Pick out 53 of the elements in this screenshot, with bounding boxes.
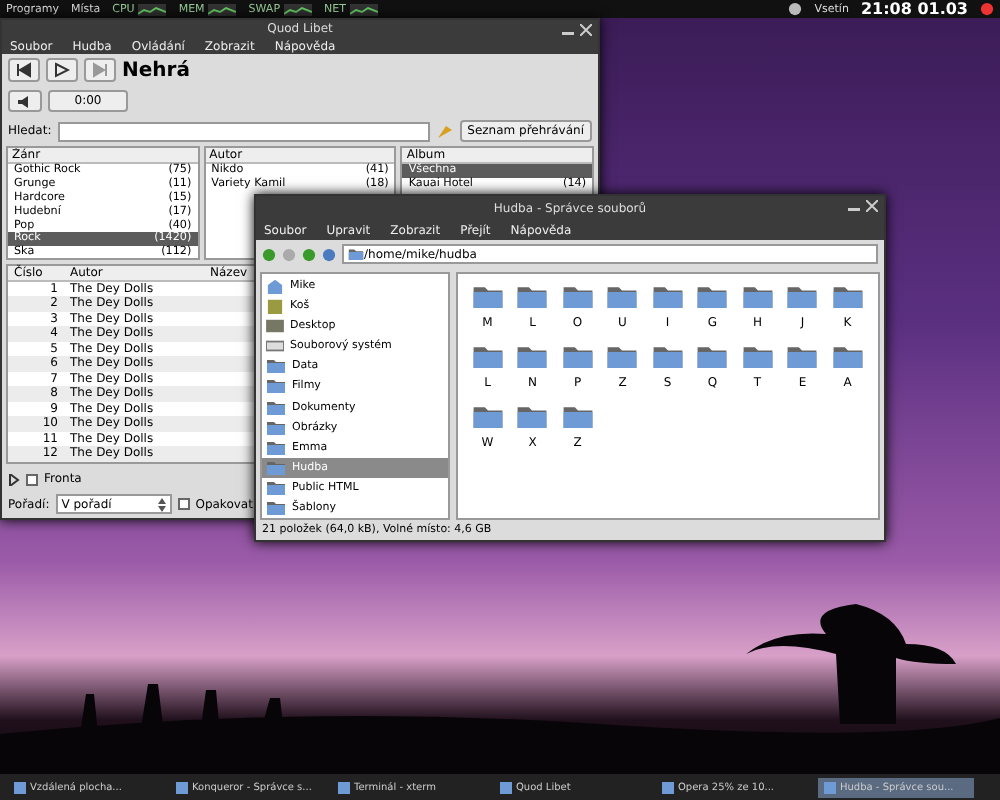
folder-icon — [831, 344, 864, 370]
desktop-icon — [266, 318, 284, 335]
folder-icon — [266, 459, 286, 476]
speaker-icon — [16, 93, 34, 110]
folder-icon — [266, 419, 286, 436]
folder-icon — [471, 284, 504, 310]
folder-icon — [516, 284, 549, 310]
folder-icon — [266, 479, 286, 496]
spin-icon — [157, 497, 166, 511]
folder-icon — [651, 344, 684, 370]
folder-icon — [786, 284, 819, 310]
folder-icon — [651, 284, 684, 310]
play-icon — [54, 62, 70, 79]
folder-icon — [786, 344, 819, 370]
search-field[interactable] — [57, 121, 430, 141]
folder-icon — [696, 344, 729, 370]
folder-icon — [606, 284, 639, 310]
folder-icon — [266, 439, 286, 456]
folder-icon — [561, 284, 594, 310]
folder-icon — [741, 344, 774, 370]
folder-icon — [266, 378, 286, 395]
folder-icon — [696, 284, 729, 310]
folder-icon — [741, 284, 774, 310]
folder-icon — [348, 247, 364, 261]
folder-icon — [471, 344, 504, 370]
window-icon — [824, 781, 836, 793]
checkbox[interactable] — [177, 498, 190, 510]
folder-icon — [266, 499, 286, 516]
window-icon — [14, 781, 26, 793]
window-icon — [500, 781, 512, 793]
folder-icon — [471, 404, 504, 430]
next-icon — [92, 62, 108, 79]
previous-icon — [16, 62, 32, 79]
folder-icon — [561, 404, 594, 430]
volume-button[interactable] — [8, 90, 42, 112]
folder-icon — [831, 284, 864, 310]
close-icon[interactable] — [580, 24, 592, 36]
window-icon — [176, 781, 188, 793]
expander-icon[interactable] — [8, 473, 20, 485]
folder-icon — [606, 344, 639, 370]
folder-icon — [516, 344, 549, 370]
window-icon — [662, 781, 674, 793]
folder-icon — [561, 344, 594, 370]
folder-icon — [266, 358, 286, 375]
previous-button[interactable] — [8, 57, 40, 83]
close-icon[interactable] — [866, 200, 878, 212]
checkbox[interactable] — [26, 473, 38, 485]
window-icon — [338, 781, 350, 793]
folder-icon — [266, 399, 286, 415]
clock: 21:08 01.03 — [860, 0, 968, 18]
folder-icon — [516, 404, 549, 430]
play-button[interactable] — [46, 57, 78, 83]
playback-status: Nehrá — [122, 59, 190, 82]
